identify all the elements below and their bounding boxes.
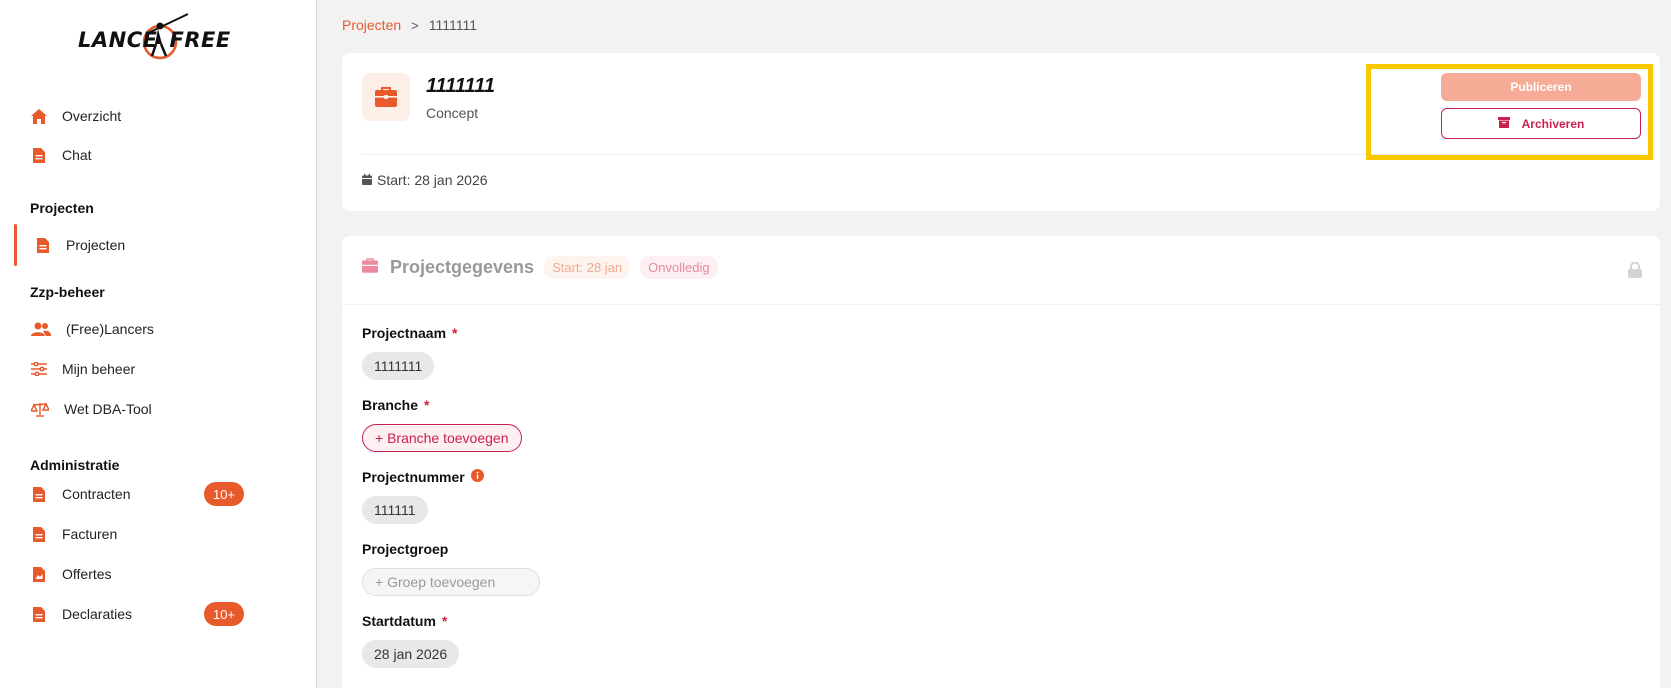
users-icon	[30, 320, 52, 338]
archive-icon	[1497, 116, 1510, 131]
sidebar-item-label: Projecten	[66, 237, 126, 253]
sidebar-item-label: Contracten	[62, 486, 131, 502]
status-pill: Onvolledig	[640, 256, 718, 279]
field-label-projectnaam: Projectnaam *	[362, 325, 458, 341]
sidebar-item-projecten[interactable]: Projecten	[0, 224, 316, 266]
required-marker: *	[452, 325, 458, 341]
sidebar-item-overzicht[interactable]: Overzicht	[0, 99, 316, 133]
sidebar-item-label: Facturen	[62, 526, 118, 542]
projectnaam-value[interactable]: 1111111	[362, 352, 435, 380]
sidebar-item-label: Chat	[62, 147, 92, 163]
field-label-projectnummer: Projectnummer	[362, 469, 484, 485]
add-branch-button[interactable]: + Branche toevoegen	[362, 424, 522, 452]
project-status: Concept	[426, 105, 479, 121]
sidebar-item-contracten[interactable]: Contracten	[0, 477, 316, 511]
sidebar-item-label: Offertes	[62, 566, 112, 582]
logo-text-left: LANCE	[78, 28, 158, 52]
sidebar-section-zzp-beheer: Zzp-beheer	[30, 284, 105, 300]
required-marker: *	[424, 397, 430, 413]
declaraties-count-badge: 10+	[204, 602, 244, 626]
archive-button-label: Archiveren	[1521, 116, 1585, 131]
field-label-startdatum: Startdatum *	[362, 613, 448, 629]
field-label-branche: Branche *	[362, 397, 430, 413]
project-start-date: Start: 28 jan 2026	[362, 172, 488, 188]
sidebar-item-chat[interactable]: Chat	[0, 138, 316, 172]
project-details-header: Projectgegevens Start: 28 jan Onvolledig	[362, 256, 718, 279]
start-date-text: Start: 28 jan 2026	[377, 172, 488, 188]
sidebar: LANCE FREE Overzicht Chat Projecten Proje…	[0, 0, 317, 688]
sidebar-item-label: Mijn beheer	[62, 361, 136, 377]
document-icon	[30, 485, 48, 503]
sidebar-section-projecten: Projecten	[30, 200, 94, 216]
home-icon	[30, 107, 48, 125]
document-icon	[30, 565, 48, 583]
archive-button[interactable]: Archiveren	[1441, 108, 1641, 139]
projectnummer-value[interactable]: 111111	[362, 496, 428, 524]
document-icon	[34, 236, 52, 254]
sidebar-item-label: Declaraties	[62, 606, 133, 622]
sidebar-item-wet-dba-tool[interactable]: Wet DBA-Tool	[0, 392, 316, 426]
document-icon	[30, 146, 48, 164]
field-label-projectgroep: Projectgroep	[362, 541, 449, 557]
sidebar-item-offertes[interactable]: Offertes	[0, 557, 316, 591]
sidebar-item-label: Wet DBA-Tool	[64, 401, 152, 417]
lancefree-logo[interactable]: LANCE FREE	[78, 12, 238, 64]
logo-text-right: FREE	[169, 28, 231, 52]
add-group-input[interactable]: + Groep toevoegen	[362, 568, 540, 596]
calendar-icon	[362, 172, 372, 188]
project-details-title: Projectgegevens	[390, 257, 535, 277]
document-icon	[30, 525, 48, 543]
sliders-icon	[30, 360, 48, 378]
lock-icon	[1628, 261, 1642, 283]
sidebar-item-label: (Free)Lancers	[66, 321, 154, 337]
sidebar-item-facturen[interactable]: Facturen	[0, 517, 316, 551]
breadcrumb: Projecten > 1111111	[342, 17, 477, 33]
sidebar-section-administratie: Administratie	[30, 457, 120, 473]
scale-icon	[30, 400, 50, 418]
start-pill: Start: 28 jan	[544, 256, 631, 279]
project-details-card: Projectgegevens Start: 28 jan Onvolledig…	[342, 236, 1660, 688]
sidebar-item-declaraties[interactable]: Declaraties	[0, 597, 316, 631]
startdatum-value[interactable]: 28 jan 2026	[362, 640, 460, 668]
publish-button[interactable]: Publiceren	[1441, 73, 1641, 101]
contracten-count-badge: 10+	[204, 482, 244, 506]
briefcase-icon	[362, 73, 410, 121]
document-icon	[30, 605, 48, 623]
divider	[342, 304, 1660, 305]
breadcrumb-separator: >	[411, 17, 419, 33]
sidebar-item-mijn-beheer[interactable]: Mijn beheer	[0, 352, 316, 386]
briefcase-icon	[362, 257, 378, 278]
sidebar-item-label: Overzicht	[62, 108, 122, 124]
breadcrumb-link-projecten[interactable]: Projecten	[342, 17, 401, 33]
project-title: 1111111	[426, 75, 495, 97]
required-marker: *	[441, 613, 448, 629]
breadcrumb-current: 1111111	[428, 17, 478, 33]
info-icon[interactable]	[470, 469, 484, 485]
sidebar-item-freelancers[interactable]: (Free)Lancers	[0, 312, 316, 346]
